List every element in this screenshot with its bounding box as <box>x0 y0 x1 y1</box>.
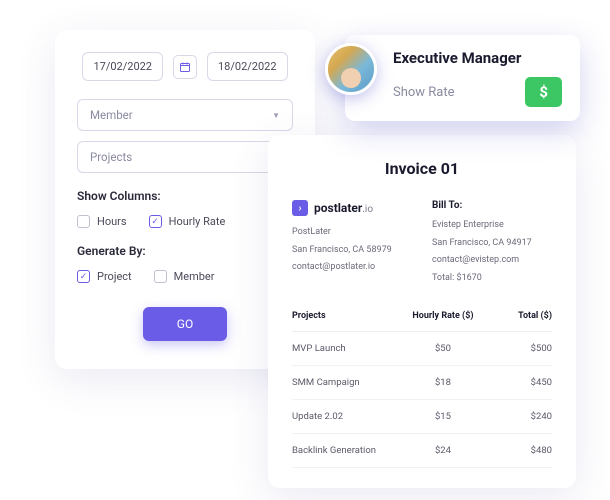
brand-text: postlater.io <box>314 201 373 215</box>
invoice-title: Invoice 01 <box>292 159 552 178</box>
date-range-row: 17/02/2022 18/02/2022 <box>77 52 293 81</box>
chevron-down-icon: ▼ <box>272 111 280 120</box>
cell-total: $240 <box>485 411 552 422</box>
cell-rate: $50 <box>401 343 485 354</box>
table-row: SMM Campaign $18 $450 <box>292 366 552 400</box>
checkbox-hours[interactable]: Hours <box>77 215 127 228</box>
cell-project: SMM Campaign <box>292 377 401 388</box>
checkbox-label: Hours <box>97 215 127 228</box>
manager-rate-row: Show Rate $ <box>393 77 562 107</box>
manager-card: Executive Manager Show Rate $ <box>345 35 580 121</box>
bill-to-label: Bill To: <box>432 200 552 211</box>
checkbox-label: Member <box>174 270 215 283</box>
date-from-input[interactable]: 17/02/2022 <box>82 52 163 81</box>
member-select-label: Member <box>90 108 133 122</box>
projects-select[interactable]: Projects ▼ <box>77 141 293 173</box>
avatar <box>325 43 377 95</box>
table-header-row: Projects Hourly Rate ($) Total ($) <box>292 311 552 332</box>
brand-mark-icon: › <box>292 200 308 216</box>
checkbox-icon <box>154 270 167 283</box>
brand-logo: › postlater.io <box>292 200 412 216</box>
invoice-table: Projects Hourly Rate ($) Total ($) MVP L… <box>292 311 552 468</box>
table-row: MVP Launch $50 $500 <box>292 332 552 366</box>
cell-rate: $18 <box>401 377 485 388</box>
to-address: San Francisco, CA 94917 <box>432 237 552 250</box>
col-header-total: Total ($) <box>485 311 552 321</box>
table-row: Backlink Generation $24 $480 <box>292 434 552 468</box>
from-email: contact@postlater.io <box>292 261 412 274</box>
show-rate-label: Show Rate <box>393 85 455 100</box>
checkbox-checked-icon: ✓ <box>149 215 162 228</box>
to-email: contact@evistep.com <box>432 254 552 267</box>
invoice-from-column: › postlater.io PostLater San Francisco, … <box>292 200 412 289</box>
from-address: San Francisco, CA 58979 <box>292 244 412 257</box>
manager-title: Executive Manager <box>393 49 562 67</box>
checkbox-project[interactable]: ✓ Project <box>77 270 132 283</box>
projects-select-label: Projects <box>90 150 132 164</box>
invoice-header: › postlater.io PostLater San Francisco, … <box>292 200 552 289</box>
calendar-icon[interactable] <box>173 55 197 79</box>
columns-checkboxes: Hours ✓ Hourly Rate <box>77 215 293 228</box>
cell-project: Backlink Generation <box>292 445 401 456</box>
cell-total: $450 <box>485 377 552 388</box>
cell-project: Update 2.02 <box>292 411 401 422</box>
rate-badge[interactable]: $ <box>525 77 562 107</box>
invoice-panel: Invoice 01 › postlater.io PostLater San … <box>268 135 576 488</box>
cell-total: $480 <box>485 445 552 456</box>
cell-rate: $15 <box>401 411 485 422</box>
checkbox-hourly-rate[interactable]: ✓ Hourly Rate <box>149 215 226 228</box>
col-header-projects: Projects <box>292 311 401 321</box>
checkbox-icon <box>77 215 90 228</box>
show-columns-heading: Show Columns: <box>77 189 293 203</box>
checkbox-label: Project <box>97 270 132 283</box>
generate-by-checkboxes: ✓ Project Member <box>77 270 293 283</box>
checkbox-checked-icon: ✓ <box>77 270 90 283</box>
cell-total: $500 <box>485 343 552 354</box>
checkbox-member[interactable]: Member <box>154 270 215 283</box>
from-name: PostLater <box>292 226 412 239</box>
invoice-to-column: Bill To: Evistep Enterprise San Francisc… <box>432 200 552 289</box>
to-name: Evistep Enterprise <box>432 219 552 232</box>
generate-by-heading: Generate By: <box>77 244 293 258</box>
go-button[interactable]: GO <box>143 307 227 341</box>
invoice-total: Total: $1670 <box>432 272 552 285</box>
cell-project: MVP Launch <box>292 343 401 354</box>
table-row: Update 2.02 $15 $240 <box>292 400 552 434</box>
cell-rate: $24 <box>401 445 485 456</box>
checkbox-label: Hourly Rate <box>169 215 226 228</box>
date-to-input[interactable]: 18/02/2022 <box>207 52 288 81</box>
col-header-rate: Hourly Rate ($) <box>401 311 485 321</box>
member-select[interactable]: Member ▼ <box>77 99 293 131</box>
